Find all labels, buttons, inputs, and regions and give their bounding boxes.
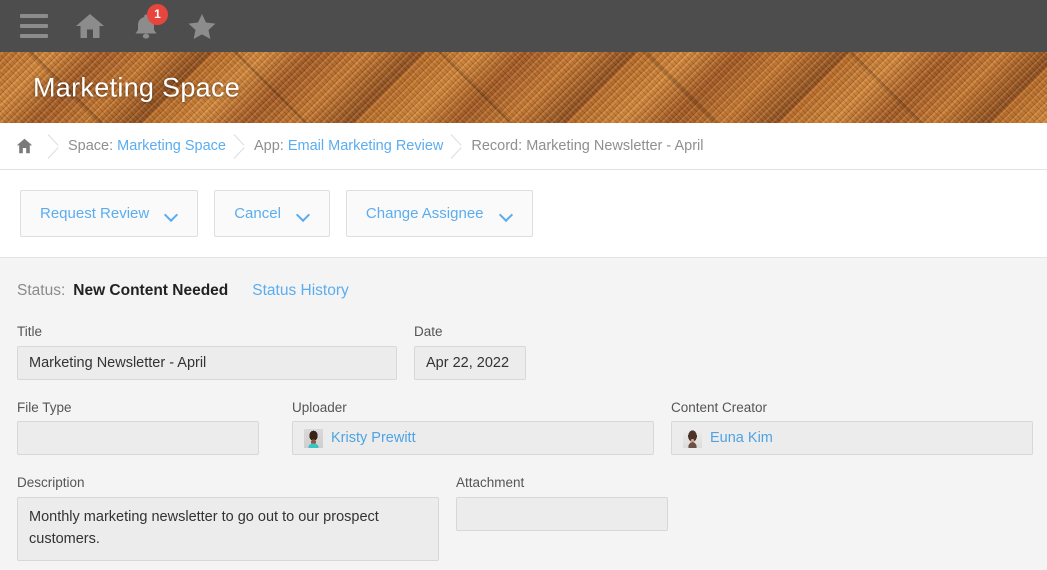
hamburger-menu-icon xyxy=(20,14,48,38)
content-creator-name[interactable]: Euna Kim xyxy=(710,430,773,446)
form-row-title-date: Title Marketing Newsletter - April Date … xyxy=(0,325,1047,380)
chevron-down-icon xyxy=(500,210,513,218)
uploader-name[interactable]: Kristy Prewitt xyxy=(331,430,416,446)
notifications-button[interactable]: 1 xyxy=(120,0,172,52)
record-form: Status: New Content Needed Status Histor… xyxy=(0,258,1047,570)
breadcrumb-record-label: Marketing Newsletter - April xyxy=(526,138,703,154)
change-assignee-button[interactable]: Change Assignee xyxy=(346,190,533,237)
breadcrumb-separator-icon xyxy=(226,123,254,170)
action-button-bar: Request Review Cancel Change Assignee xyxy=(0,170,1047,258)
date-input[interactable]: Apr 22, 2022 xyxy=(414,346,526,380)
date-label: Date xyxy=(414,325,526,339)
status-value: New Content Needed xyxy=(73,282,228,300)
status-history-link[interactable]: Status History xyxy=(252,282,348,300)
attachment-input[interactable] xyxy=(456,497,668,531)
content-creator-label: Content Creator xyxy=(671,401,1033,415)
uploader-user-chip[interactable]: Kristy Prewitt xyxy=(304,429,416,448)
breadcrumb-record-prefix: Record: xyxy=(471,138,526,154)
home-icon xyxy=(16,138,33,154)
title-label: Title xyxy=(17,325,397,339)
favorites-button[interactable] xyxy=(176,0,228,52)
description-label: Description xyxy=(17,476,439,490)
file-type-label: File Type xyxy=(17,401,259,415)
description-input[interactable]: Monthly marketing newsletter to go out t… xyxy=(17,497,439,561)
field-uploader: Uploader Kristy Prewitt xyxy=(292,401,654,456)
uploader-input[interactable]: Kristy Prewitt xyxy=(292,421,654,455)
breadcrumb-separator-icon xyxy=(40,123,68,170)
chevron-down-icon xyxy=(165,210,178,218)
top-navigation-bar: 1 xyxy=(0,0,1047,52)
cancel-label: Cancel xyxy=(234,205,281,222)
field-date: Date Apr 22, 2022 xyxy=(414,325,526,380)
field-attachment: Attachment xyxy=(456,476,668,531)
hamburger-menu-button[interactable] xyxy=(8,0,60,52)
field-file-type: File Type xyxy=(17,401,259,456)
home-button[interactable] xyxy=(64,0,116,52)
notification-badge: 1 xyxy=(147,4,168,25)
content-creator-input[interactable]: Euna Kim xyxy=(671,421,1033,455)
request-review-button[interactable]: Request Review xyxy=(20,190,198,237)
breadcrumb-item-record: Record: Marketing Newsletter - April xyxy=(471,138,703,154)
breadcrumb-space-link[interactable]: Marketing Space xyxy=(117,138,226,154)
breadcrumb-separator-icon xyxy=(443,123,471,170)
content-creator-user-chip[interactable]: Euna Kim xyxy=(683,429,773,448)
space-banner: Marketing Space xyxy=(0,52,1047,123)
form-row-description-attachment: Description Monthly marketing newsletter… xyxy=(0,476,1047,561)
attachment-label: Attachment xyxy=(456,476,668,490)
change-assignee-label: Change Assignee xyxy=(366,205,484,222)
title-input[interactable]: Marketing Newsletter - April xyxy=(17,346,397,380)
breadcrumb-space-prefix: Space: xyxy=(68,138,117,154)
field-description: Description Monthly marketing newsletter… xyxy=(17,476,439,561)
avatar xyxy=(683,429,702,448)
breadcrumb: Space: Marketing Space App: Email Market… xyxy=(0,123,1047,170)
star-icon xyxy=(187,12,217,40)
cancel-button[interactable]: Cancel xyxy=(214,190,330,237)
avatar xyxy=(304,429,323,448)
form-row-filetype-uploader-creator: File Type Uploader Kristy Prewitt Conten… xyxy=(0,401,1047,456)
status-label: Status: xyxy=(17,282,65,300)
space-title: Marketing Space xyxy=(33,72,240,103)
breadcrumb-home-button[interactable] xyxy=(8,138,40,154)
file-type-input[interactable] xyxy=(17,421,259,455)
request-review-label: Request Review xyxy=(40,205,149,222)
chevron-down-icon xyxy=(297,210,310,218)
field-title: Title Marketing Newsletter - April xyxy=(17,325,397,380)
field-content-creator: Content Creator Euna Kim xyxy=(671,401,1033,456)
status-row: Status: New Content Needed Status Histor… xyxy=(0,282,1047,300)
breadcrumb-app-prefix: App: xyxy=(254,138,288,154)
breadcrumb-item-app[interactable]: App: Email Marketing Review xyxy=(254,138,443,154)
uploader-label: Uploader xyxy=(292,401,654,415)
breadcrumb-app-link[interactable]: Email Marketing Review xyxy=(288,138,444,154)
home-icon xyxy=(75,12,105,40)
breadcrumb-item-space[interactable]: Space: Marketing Space xyxy=(68,138,226,154)
